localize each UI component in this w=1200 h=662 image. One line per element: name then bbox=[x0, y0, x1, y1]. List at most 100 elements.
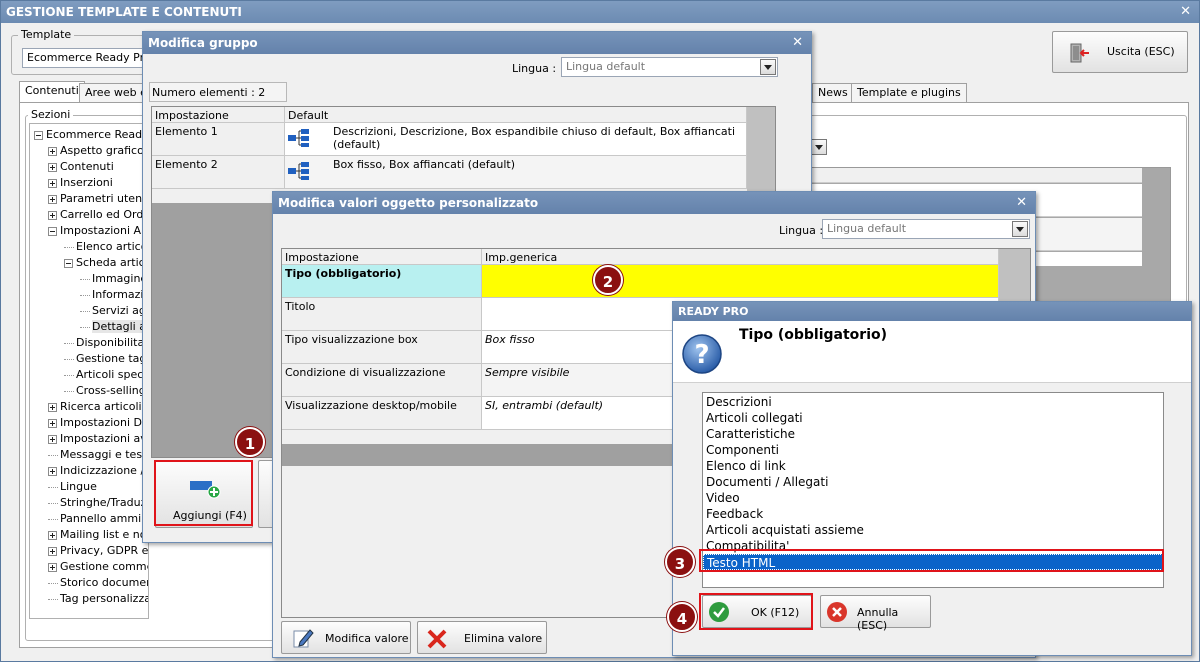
option-item[interactable]: Articoli collegati bbox=[703, 410, 1163, 426]
tree-item[interactable]: Articoli specia bbox=[64, 368, 149, 381]
tree-item[interactable]: Informazio bbox=[80, 288, 148, 301]
template-select[interactable]: Ecommerce Ready Pro ( bbox=[22, 48, 152, 68]
expand-icon[interactable] bbox=[48, 530, 57, 540]
tree-item[interactable]: Mailing list e noti bbox=[48, 528, 149, 541]
collapse-icon[interactable] bbox=[34, 130, 43, 140]
values-row-name[interactable]: Titolo bbox=[282, 298, 482, 331]
tree-item-label: Ricerca articoli bbox=[60, 400, 142, 413]
callout-1: 1 bbox=[235, 427, 265, 457]
delete-value-button[interactable]: Elimina valore bbox=[417, 621, 547, 654]
tree-item[interactable]: Immagine bbox=[80, 272, 147, 285]
tree-item[interactable]: Dettagli ar bbox=[80, 320, 148, 333]
sections-tree[interactable]: Ecommerce Ready P Aspetto grafico Contenut… bbox=[29, 123, 149, 619]
group-lingua-select[interactable]: Lingua default bbox=[561, 57, 778, 77]
tree-item-label: Articoli specia bbox=[76, 368, 149, 381]
expand-icon[interactable] bbox=[48, 434, 57, 444]
tree-item-label: Aspetto grafico bbox=[60, 144, 144, 157]
tree-item[interactable]: Aspetto grafico bbox=[48, 144, 144, 157]
tree-item[interactable]: Elenco articol bbox=[64, 240, 148, 253]
expand-icon[interactable] bbox=[48, 162, 57, 172]
values-lingua-select[interactable]: Lingua default bbox=[822, 219, 1030, 239]
tree-item[interactable]: Carrello ed Ordin bbox=[48, 208, 149, 221]
chevron-down-icon[interactable] bbox=[811, 139, 827, 155]
values-row-name[interactable]: Tipo visualizzazione box bbox=[282, 331, 482, 364]
tree-item-label: Stringhe/Traduzi bbox=[60, 496, 149, 509]
tab-news[interactable]: News bbox=[812, 83, 854, 102]
chevron-down-icon[interactable] bbox=[760, 59, 776, 75]
option-item[interactable]: Caratteristiche bbox=[703, 426, 1163, 442]
tab-contenuti[interactable]: Contenuti bbox=[19, 81, 85, 102]
tree-item[interactable]: Indicizzazione / S bbox=[48, 464, 148, 477]
option-item[interactable]: Descrizioni bbox=[703, 394, 1163, 410]
expand-icon[interactable] bbox=[48, 210, 57, 220]
collapse-icon[interactable] bbox=[64, 258, 73, 268]
expand-icon[interactable] bbox=[48, 194, 57, 204]
chevron-down-icon[interactable] bbox=[1012, 221, 1028, 237]
group-row-value[interactable]: Descrizioni, Descrizione, Box espandibil… bbox=[285, 123, 747, 156]
tree-item[interactable]: Inserzioni bbox=[48, 176, 113, 189]
tree-item[interactable]: Privacy, GDPR e Cookie bbox=[48, 544, 148, 557]
group-row-value[interactable]: Box fisso, Box affiancati (default) bbox=[285, 156, 747, 189]
annotation-box-option bbox=[699, 549, 1164, 572]
expand-icon[interactable] bbox=[48, 402, 57, 412]
tree-item[interactable]: Impostazioni Doc bbox=[48, 416, 148, 429]
cancel-button[interactable]: Annulla (ESC) bbox=[820, 595, 931, 632]
values-row-value-selected[interactable] bbox=[482, 265, 999, 298]
tree-item-label: Carrello ed Ordin bbox=[60, 208, 149, 221]
main-title: GESTIONE TEMPLATE E CONTENUTI bbox=[6, 5, 242, 19]
expand-icon[interactable] bbox=[48, 562, 57, 572]
tree-item-label: Mailing list e noti bbox=[60, 528, 149, 541]
close-icon[interactable]: ✕ bbox=[1180, 1, 1191, 23]
tree-item[interactable]: Scheda artico bbox=[64, 256, 148, 269]
tree-item[interactable]: Cross-selling bbox=[64, 384, 146, 397]
values-row-name[interactable]: Visualizzazione desktop/mobile bbox=[282, 397, 482, 430]
option-item[interactable]: Documenti / Allegati bbox=[703, 474, 1163, 490]
expand-icon[interactable] bbox=[48, 546, 57, 556]
values-col-setting: Impostazione bbox=[282, 249, 482, 265]
option-item[interactable]: Feedback bbox=[703, 506, 1163, 522]
tree-item[interactable]: Impostazioni ava bbox=[48, 432, 148, 445]
callout-4: 4 bbox=[667, 602, 697, 632]
tree-item[interactable]: Lingue bbox=[48, 480, 97, 493]
tree-item-label: Storico documenti bbox=[60, 576, 148, 589]
exit-button[interactable]: Uscita (ESC) bbox=[1052, 31, 1188, 73]
tree-item[interactable]: Ecommerce Ready P bbox=[34, 128, 148, 141]
tree-item[interactable]: Servizi agg bbox=[80, 304, 148, 317]
tree-item[interactable]: Disponibilita' e bbox=[64, 336, 148, 349]
callout-2: 2 bbox=[593, 265, 623, 295]
tree-item[interactable]: Parametri utente bbox=[48, 192, 148, 205]
ready-dialog-header: ? Tipo (obbligatorio) bbox=[673, 321, 1191, 383]
values-row-name[interactable]: Condizione di visualizzazione bbox=[282, 364, 482, 397]
tree-item[interactable]: Messaggi e testi bbox=[48, 448, 148, 461]
tree-item[interactable]: Impostazioni Arti bbox=[48, 224, 148, 237]
edit-value-button[interactable]: Modifica valore bbox=[281, 621, 411, 654]
tree-item[interactable]: Pannello amminis bbox=[48, 512, 148, 525]
ready-dialog-title: READY PRO bbox=[678, 305, 749, 318]
values-row-name[interactable]: Tipo (obbligatorio) bbox=[282, 265, 482, 298]
group-dialog-title: Modifica gruppo bbox=[148, 36, 258, 50]
tree-item[interactable]: Tag personalizzati bbox=[48, 592, 148, 605]
group-row-name[interactable]: Elemento 1 bbox=[152, 123, 285, 156]
tree-item[interactable]: Storico documenti bbox=[48, 576, 148, 589]
tree-item[interactable]: Contenuti bbox=[48, 160, 114, 173]
close-icon[interactable]: ✕ bbox=[1016, 192, 1027, 214]
close-icon[interactable]: ✕ bbox=[792, 32, 803, 54]
expand-icon[interactable] bbox=[48, 146, 57, 156]
tree-item[interactable]: Gestione tagli bbox=[64, 352, 148, 365]
option-item[interactable]: Video bbox=[703, 490, 1163, 506]
expand-icon[interactable] bbox=[48, 466, 57, 476]
tab-template-plugins[interactable]: Template e plugins bbox=[851, 83, 967, 102]
group-row-name[interactable]: Elemento 2 bbox=[152, 156, 285, 189]
expand-icon[interactable] bbox=[48, 418, 57, 428]
collapse-icon[interactable] bbox=[48, 226, 57, 236]
option-item[interactable]: Articoli acquistati assieme bbox=[703, 522, 1163, 538]
edit-value-label: Modifica valore bbox=[325, 632, 409, 645]
cancel-label: Annulla (ESC) bbox=[857, 606, 899, 632]
option-item[interactable]: Componenti bbox=[703, 442, 1163, 458]
expand-icon[interactable] bbox=[48, 178, 57, 188]
tree-item[interactable]: Stringhe/Traduzi bbox=[48, 496, 149, 509]
tree-item[interactable]: Gestione commenti bbox=[48, 560, 148, 573]
tree-item[interactable]: Ricerca articoli bbox=[48, 400, 142, 413]
option-item[interactable]: Elenco di link bbox=[703, 458, 1163, 474]
right-panel-combo[interactable] bbox=[811, 139, 829, 157]
